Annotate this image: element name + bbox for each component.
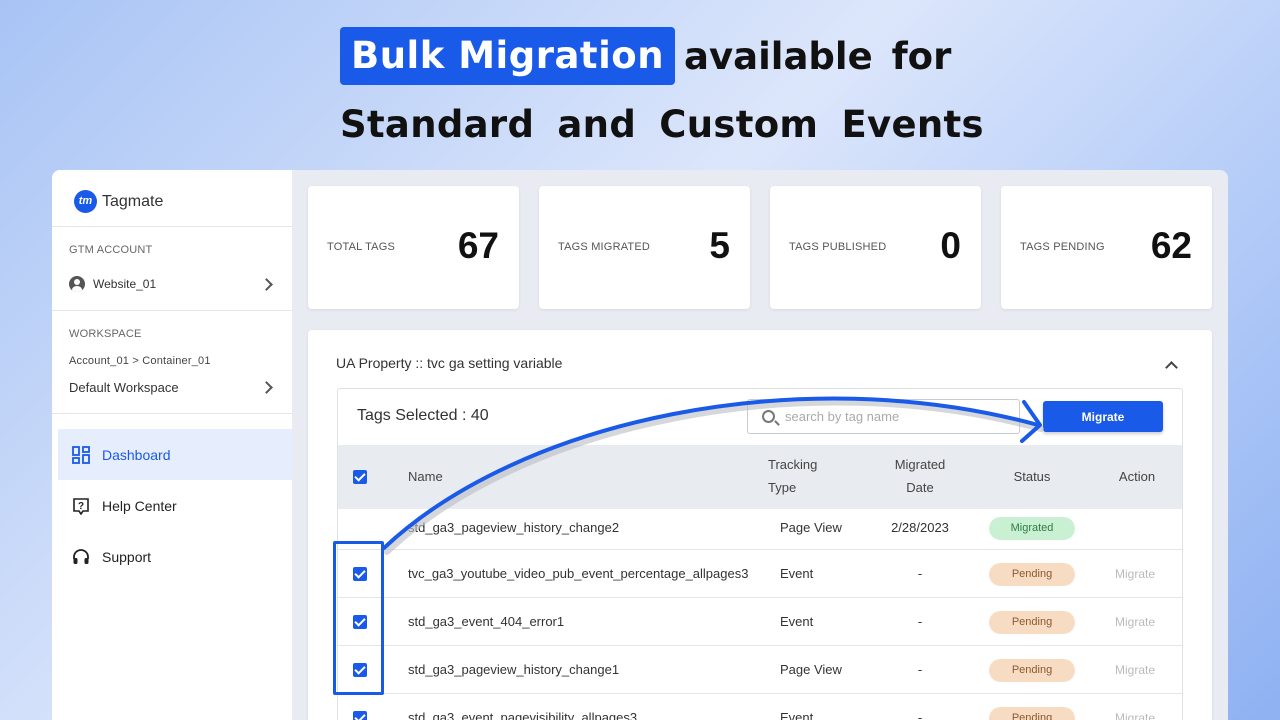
stat-card-tags-migrated: TAGS MIGRATED 5 — [539, 186, 750, 309]
gtm-account-caption: GTM ACCOUNT — [69, 244, 153, 256]
search-icon — [762, 410, 775, 423]
row-date: - — [917, 710, 923, 720]
gtm-account-selector[interactable]: Website_01 — [69, 276, 275, 292]
col-migrated-date: Migrated Date — [880, 453, 960, 499]
nav-label: Dashboard — [102, 446, 171, 463]
app-window: tm Tagmate GTM ACCOUNT Website_01 WORKSP… — [52, 170, 1228, 720]
headset-icon — [72, 548, 90, 566]
status-badge: Pending — [989, 563, 1075, 586]
col-action: Action — [1118, 469, 1156, 484]
nav-label: Support — [102, 548, 152, 565]
account-circle-icon — [69, 276, 85, 292]
row-type: Event — [780, 566, 814, 581]
workspace-value: Default Workspace — [69, 379, 179, 395]
hero-banner: Bulk Migration available for Standard an… — [0, 0, 1280, 170]
panel-title: UA Property :: tvc ga setting variable — [336, 355, 563, 371]
row-date: - — [917, 662, 923, 677]
divider — [52, 310, 292, 311]
dashboard-icon — [72, 445, 90, 464]
status-badge: Pending — [989, 611, 1075, 634]
stat-value: 62 — [1150, 225, 1192, 266]
workspace-caption: WORKSPACE — [69, 328, 142, 340]
stat-card-tags-published: TAGS PUBLISHED 0 — [770, 186, 981, 309]
row-name: std_ga3_event_404_error1 — [408, 614, 565, 629]
table-row[interactable]: std_ga3_event_404_error1 Event - Pending… — [338, 598, 1182, 646]
stat-value: 67 — [457, 225, 499, 266]
row-type: Page View — [780, 662, 842, 677]
nav-item-help-center[interactable]: ? Help Center — [58, 480, 292, 531]
migrate-button[interactable]: Migrate — [1043, 401, 1163, 432]
brand-logo[interactable]: tm Tagmate — [74, 190, 163, 213]
table-header: Name Tracking Type Migrated Date Status … — [338, 445, 1182, 509]
tags-selected-count: Tags Selected : 40 — [357, 407, 489, 424]
table-row[interactable]: std_ga3_pageview_history_change1 Page Vi… — [338, 646, 1182, 694]
row-name: tvc_ga3_youtube_video_pub_event_percenta… — [408, 566, 749, 581]
search-box[interactable] — [747, 399, 1020, 434]
workspace-selector[interactable]: Default Workspace — [69, 378, 275, 396]
table-row[interactable]: std_ga3_event_pagevisibility_allpages3 E… — [338, 694, 1182, 720]
row-migrate-link[interactable]: Migrate — [1115, 646, 1155, 694]
col-tracking-type-line1: Tracking — [768, 457, 818, 472]
stat-label: TAGS MIGRATED — [558, 241, 651, 253]
row-name: std_ga3_pageview_history_change2 — [408, 520, 620, 535]
stat-value: 5 — [709, 225, 730, 266]
row-type: Event — [780, 710, 814, 720]
select-all-checkbox[interactable] — [353, 470, 367, 484]
nav-item-dashboard[interactable]: Dashboard — [58, 429, 292, 480]
row-name: std_ga3_pageview_history_change1 — [408, 662, 620, 677]
nav-item-support[interactable]: Support — [58, 531, 292, 582]
col-tracking-type: Tracking Type — [768, 453, 843, 499]
search-input[interactable] — [785, 409, 1005, 424]
ua-property-panel: UA Property :: tvc ga setting variable T… — [308, 330, 1212, 720]
stat-label: TOTAL TAGS — [327, 241, 396, 253]
hero-line-2: Standard and Custom Events — [340, 103, 984, 146]
col-name: Name — [408, 469, 443, 484]
table-row[interactable]: tvc_ga3_youtube_video_pub_event_percenta… — [338, 550, 1182, 598]
divider — [52, 226, 292, 227]
table-row[interactable]: std_ga3_pageview_history_change2 Page Vi… — [338, 509, 1182, 550]
row-checkbox[interactable] — [353, 711, 367, 720]
status-badge: Pending — [989, 707, 1075, 720]
collapse-caret-icon[interactable] — [1165, 361, 1178, 374]
col-status: Status — [1013, 469, 1051, 484]
gtm-account-value: Website_01 — [93, 277, 157, 291]
hero-line-1: Bulk Migration available for — [340, 27, 951, 85]
stat-value: 0 — [940, 225, 961, 266]
workspace-path: Account_01 > Container_01 — [69, 355, 211, 367]
checkbox-highlight-frame — [333, 541, 384, 695]
svg-text:?: ? — [78, 501, 84, 512]
status-badge: Migrated — [989, 517, 1075, 540]
brand-name: Tagmate — [102, 192, 164, 210]
divider — [52, 413, 292, 414]
stat-label: TAGS PENDING — [1020, 241, 1105, 253]
col-migrated-date-line1: Migrated — [894, 457, 946, 472]
row-type: Page View — [780, 520, 842, 535]
stat-card-total-tags: TOTAL TAGS 67 — [308, 186, 519, 309]
row-migrate-link[interactable]: Migrate — [1115, 694, 1155, 720]
help-icon: ? — [72, 497, 90, 515]
chevron-right-icon — [260, 380, 273, 394]
hero-line-1-text: available for — [684, 34, 952, 78]
row-migrate-link[interactable]: Migrate — [1115, 598, 1155, 646]
row-migrate-link[interactable]: Migrate — [1115, 550, 1155, 598]
col-tracking-type-line2: Type — [768, 480, 797, 495]
tagmate-logo-icon: tm — [74, 190, 97, 213]
sidebar: tm Tagmate GTM ACCOUNT Website_01 WORKSP… — [52, 170, 292, 720]
nav-label: Help Center — [102, 497, 177, 514]
row-name: std_ga3_event_pagevisibility_allpages3 — [408, 710, 638, 720]
col-migrated-date-line2: Date — [906, 480, 934, 495]
tags-table-container: Tags Selected : 40 Migrate Name Tracking… — [337, 388, 1183, 720]
stat-card-tags-pending: TAGS PENDING 62 — [1001, 186, 1212, 309]
status-badge: Pending — [989, 659, 1075, 682]
stat-label: TAGS PUBLISHED — [789, 241, 887, 253]
row-date: 2/28/2023 — [891, 520, 949, 535]
row-type: Event — [780, 614, 814, 629]
row-date: - — [917, 614, 923, 629]
hero-highlight: Bulk Migration — [340, 27, 676, 85]
chevron-right-icon — [260, 277, 273, 291]
row-date: - — [917, 566, 923, 581]
